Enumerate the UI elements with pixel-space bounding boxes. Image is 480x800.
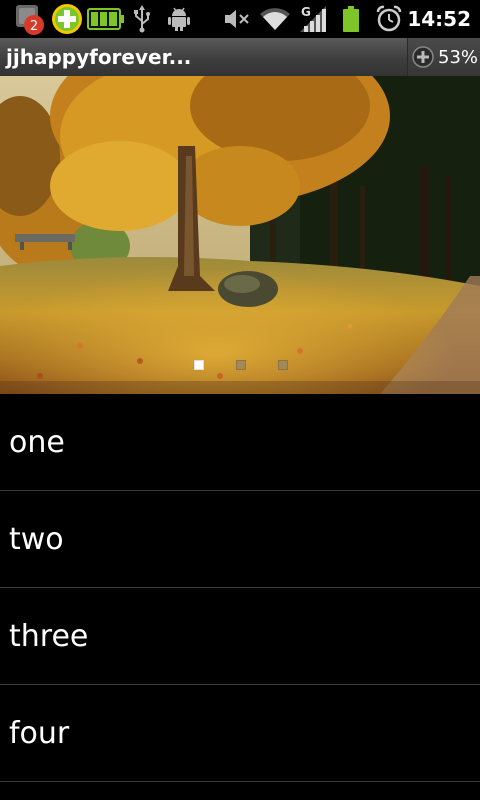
page-title: jjhappyforever... bbox=[6, 45, 192, 69]
autumn-forest-image bbox=[0, 76, 480, 394]
network-type: G bbox=[301, 5, 311, 19]
status-bar: 2 G 14:52 bbox=[0, 0, 480, 38]
list-item-label: four bbox=[9, 715, 70, 751]
wifi-icon bbox=[259, 0, 291, 38]
usb-icon bbox=[130, 0, 154, 38]
banner-pager bbox=[0, 360, 480, 370]
pager-dot-3[interactable] bbox=[278, 360, 288, 370]
battery-app-icon bbox=[87, 0, 125, 38]
pager-dot-1[interactable] bbox=[194, 360, 204, 370]
mute-icon bbox=[223, 0, 251, 38]
zoom-level: 53% bbox=[438, 46, 479, 68]
list-item-four[interactable]: four bbox=[0, 685, 480, 782]
list-item-label: one bbox=[9, 424, 65, 460]
status-clock: 14:52 bbox=[407, 7, 471, 31]
battery-icon bbox=[340, 0, 362, 38]
list-item-label: two bbox=[9, 521, 64, 557]
list-item-two[interactable]: two bbox=[0, 491, 480, 588]
add-app-icon bbox=[50, 0, 84, 38]
pager-dot-2[interactable] bbox=[236, 360, 246, 370]
list-item-one[interactable]: one bbox=[0, 394, 480, 491]
signal-icon: G bbox=[298, 0, 330, 38]
zoom-control[interactable]: 53% bbox=[407, 38, 480, 76]
title-bar: jjhappyforever... 53% bbox=[0, 38, 480, 76]
list-item-three[interactable]: three bbox=[0, 588, 480, 685]
android-debug-icon bbox=[166, 0, 192, 38]
alarm-icon bbox=[375, 0, 403, 38]
image-banner[interactable] bbox=[0, 76, 480, 394]
screen: 2 G 14:52 jjhappyforever... 53% one two … bbox=[0, 0, 480, 800]
notification-badge-icon[interactable]: 2 bbox=[12, 0, 48, 38]
item-list: one two three four bbox=[0, 394, 480, 782]
list-item-label: three bbox=[9, 618, 89, 654]
zoom-in-icon[interactable] bbox=[411, 45, 435, 69]
notification-count: 2 bbox=[30, 19, 38, 34]
